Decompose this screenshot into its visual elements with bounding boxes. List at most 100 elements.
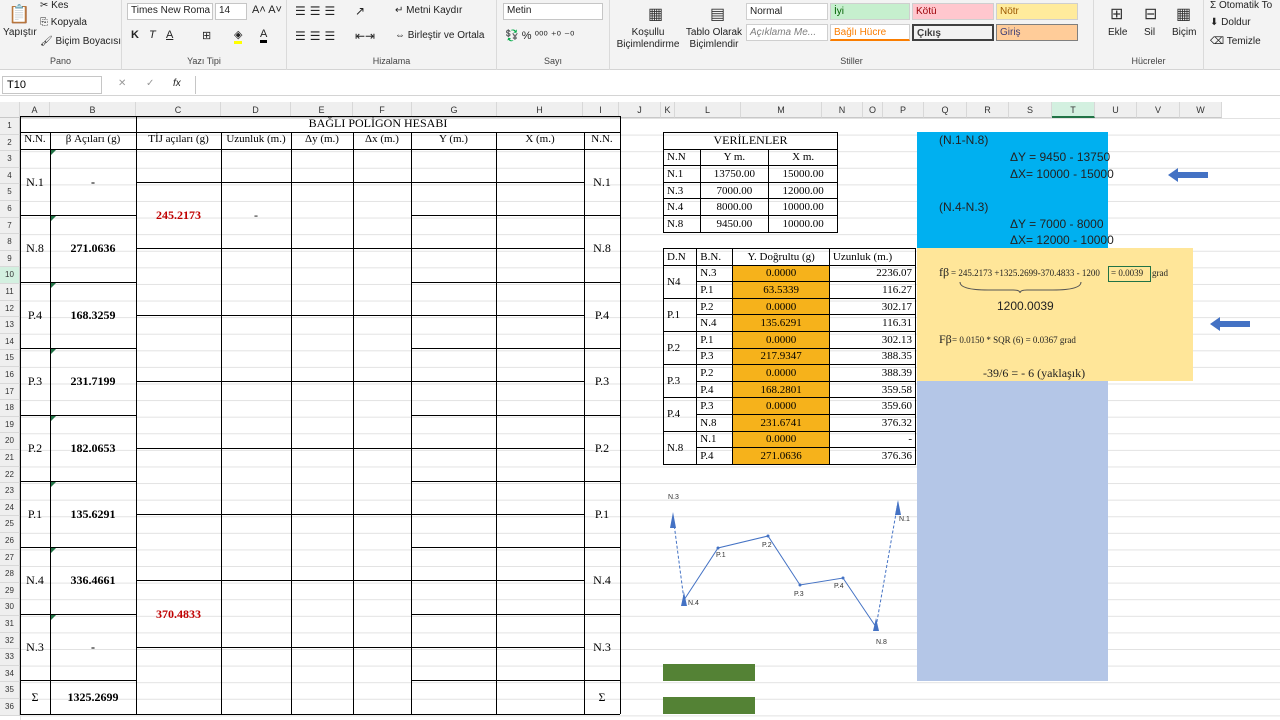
paste-button[interactable]: Yapıştır (3, 27, 37, 38)
font-name-dropdown[interactable]: Times New Roma (127, 3, 213, 20)
paste-icon[interactable]: 📋 (8, 4, 30, 25)
column-header-K[interactable]: K (661, 102, 675, 118)
row-header-16[interactable]: 16 (0, 367, 20, 384)
column-header-M[interactable]: M (741, 102, 822, 118)
row-header-23[interactable]: 23 (0, 483, 20, 500)
number-buttons[interactable]: 💱 % ⁰⁰⁰ ⁺⁰ ⁻⁰ (505, 29, 574, 42)
format-painter-button[interactable]: 🖌 Biçim Boyacısı (40, 36, 121, 47)
row-header-34[interactable]: 34 (0, 665, 20, 683)
row-header-31[interactable]: 31 (0, 616, 20, 633)
style-bagli[interactable]: Bağlı Hücre (830, 24, 910, 41)
row-header-33[interactable]: 33 (0, 649, 20, 666)
indent-icon[interactable]: ⇤⇥ (355, 29, 375, 43)
copy-button[interactable]: ⎘ Kopyala (40, 17, 87, 28)
fill-button[interactable]: ⬇ Doldur (1210, 17, 1251, 28)
number-format-dropdown[interactable]: Metin (503, 3, 603, 20)
row-header-20[interactable]: 20 (0, 433, 20, 450)
row-header-2[interactable]: 2 (0, 134, 20, 152)
insert-button[interactable]: Ekle (1108, 27, 1127, 38)
vertical-align-icons[interactable]: ☰☰☰ (295, 4, 339, 18)
row-header-6[interactable]: 6 (0, 201, 20, 218)
row-header-8[interactable]: 8 (0, 234, 20, 251)
row-header-21[interactable]: 21 (0, 450, 20, 467)
select-all-corner[interactable] (0, 102, 20, 118)
formula-input[interactable] (195, 76, 1280, 94)
row-header-10[interactable]: 10 (0, 267, 20, 284)
table-cell: 8000.00 (699, 198, 770, 216)
autosum-button[interactable]: Σ Otomatik To (1210, 0, 1272, 11)
style-notr[interactable]: Nötr (996, 3, 1078, 20)
wrap-text-button[interactable]: ↵ Metni Kaydır (395, 5, 462, 16)
horizontal-align-icons[interactable]: ☰☰☰ (295, 29, 339, 43)
style-cikis[interactable]: Çıkış (912, 24, 994, 41)
name-box[interactable]: T10 (2, 76, 102, 94)
merge-center-button[interactable]: ⇔ Birleştir ve Ortala (395, 30, 484, 41)
delete-button[interactable]: Sil (1144, 27, 1155, 38)
row-header-36[interactable]: 36 (0, 699, 20, 716)
selected-cell-T10[interactable]: = 0.0039 (1108, 266, 1151, 282)
column-header-V[interactable]: V (1137, 102, 1180, 118)
column-header-L[interactable]: L (675, 102, 741, 118)
style-kotu[interactable]: Kötü (912, 3, 994, 20)
clear-button[interactable]: ⌫ Temizle (1210, 36, 1261, 47)
conditional-format-button[interactable]: Koşullu Biçimlendirme (613, 27, 683, 51)
italic-button[interactable]: T (149, 29, 156, 41)
cancel-icon[interactable]: ✕ (118, 78, 126, 89)
row-header-29[interactable]: 29 (0, 582, 20, 600)
row-header-19[interactable]: 19 (0, 416, 20, 434)
row-header-15[interactable]: 15 (0, 350, 20, 367)
row-header-18[interactable]: 18 (0, 400, 20, 417)
style-giris[interactable]: Giriş (996, 24, 1078, 41)
row-header-22[interactable]: 22 (0, 466, 20, 484)
style-aciklama[interactable]: Açıklama Me... (746, 24, 828, 41)
row-header-17[interactable]: 17 (0, 383, 20, 401)
fx-icon[interactable]: fx (173, 78, 181, 89)
style-iyi[interactable]: İyi (830, 3, 910, 20)
column-header-P[interactable]: P (883, 102, 924, 118)
clipboard-group: 📋 Yapıştır ✂ Kes ⎘ Kopyala 🖌 Biçim Boyac… (0, 0, 122, 70)
orientation-icon[interactable]: ↗ (355, 4, 365, 18)
column-header-J[interactable]: J (619, 102, 661, 118)
enter-icon[interactable]: ✓ (146, 78, 154, 89)
column-header-S[interactable]: S (1009, 102, 1052, 118)
font-size-dropdown[interactable]: 14 (215, 3, 247, 20)
row-header-26[interactable]: 26 (0, 533, 20, 550)
format-button[interactable]: Biçim (1172, 27, 1196, 38)
row-header-24[interactable]: 24 (0, 499, 20, 517)
cut-button[interactable]: ✂ Kes (40, 0, 68, 11)
row-header-11[interactable]: 11 (0, 284, 20, 301)
format-as-table-button[interactable]: Tablo Olarak Biçimlendir (683, 27, 745, 51)
table-cell: 388.39 (828, 364, 917, 382)
row-header-30[interactable]: 30 (0, 599, 20, 616)
style-normal[interactable]: Normal (746, 3, 828, 20)
column-header-R[interactable]: R (967, 102, 1009, 118)
row-header-3[interactable]: 3 (0, 151, 20, 168)
row-header-12[interactable]: 12 (0, 300, 20, 318)
column-header-T[interactable]: T (1052, 102, 1095, 118)
column-header-O[interactable]: O (863, 102, 883, 118)
row-header-32[interactable]: 32 (0, 632, 20, 650)
row-header-1[interactable]: 1 (0, 118, 20, 135)
column-header-N[interactable]: N (822, 102, 863, 118)
column-header-U[interactable]: U (1095, 102, 1137, 118)
borders-icon[interactable]: ⊞ (202, 29, 211, 42)
fill-color-icon[interactable]: ◈ (234, 28, 243, 44)
row-header-9[interactable]: 9 (0, 250, 20, 268)
column-header-W[interactable]: W (1180, 102, 1222, 118)
tij-top: 245.2173 (156, 208, 201, 222)
row-header-4[interactable]: 4 (0, 167, 20, 185)
row-header-14[interactable]: 14 (0, 333, 20, 351)
row-header-35[interactable]: 35 (0, 682, 20, 699)
underline-button[interactable]: A (166, 29, 173, 41)
row-header-13[interactable]: 13 (0, 317, 20, 334)
row-header-7[interactable]: 7 (0, 217, 20, 235)
grow-font-button[interactable]: A˄ A˅ (252, 4, 282, 16)
row-header-27[interactable]: 27 (0, 549, 20, 567)
bold-button[interactable]: K (131, 29, 139, 41)
row-header-25[interactable]: 25 (0, 516, 20, 533)
row-header-5[interactable]: 5 (0, 184, 20, 201)
table-cell: 116.31 (828, 314, 917, 332)
row-header-28[interactable]: 28 (0, 566, 20, 583)
font-color-icon[interactable]: A (260, 28, 268, 43)
column-header-Q[interactable]: Q (924, 102, 967, 118)
